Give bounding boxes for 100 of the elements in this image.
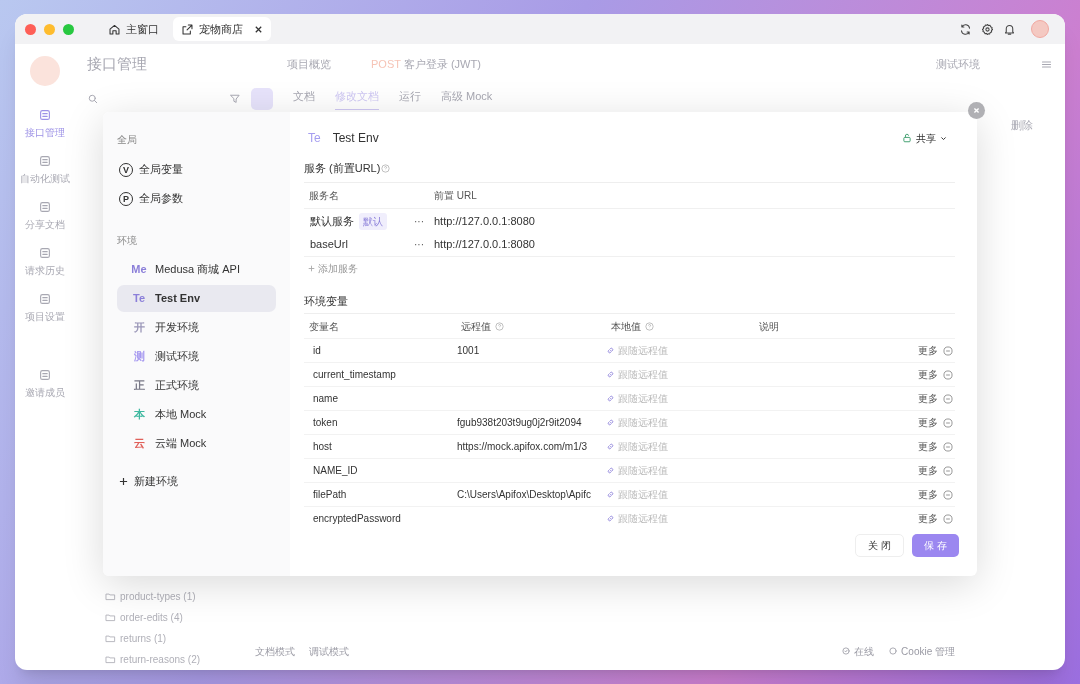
service-url: http://127.0.0.1:8080 (434, 213, 535, 229)
remote-value: 1001 (456, 345, 480, 356)
global-item[interactable]: P 全局参数 (117, 184, 276, 213)
variable-name: NAME_ID (312, 464, 359, 478)
share-dropdown[interactable]: 共享 (902, 130, 947, 146)
close-dialog-button[interactable] (968, 102, 985, 119)
link-icon (606, 514, 615, 523)
variable-name: filePath (312, 488, 348, 502)
environment-item[interactable]: 本 本地 Mock (117, 401, 276, 428)
remove-icon[interactable] (943, 441, 953, 452)
more-link[interactable]: 更多 (918, 415, 938, 430)
remove-icon[interactable] (943, 513, 953, 524)
search-icon (87, 93, 99, 105)
nav-item[interactable]: 请求历史 (25, 246, 65, 278)
remove-icon[interactable] (943, 489, 953, 500)
doc-tab[interactable]: 文档 (293, 88, 315, 110)
status-item[interactable]: Cookie 管理 (901, 643, 955, 659)
minimize-window-button[interactable] (44, 23, 55, 35)
global-item[interactable]: V 全局变量 (117, 155, 276, 184)
tree-item[interactable]: product-types (1) (120, 589, 196, 604)
nav-item[interactable]: 项目设置 (25, 292, 65, 324)
add-button[interactable] (251, 88, 273, 110)
link-icon (606, 394, 615, 403)
service-url: http://127.0.0.1:8080 (434, 237, 535, 253)
nav-label: 邀请成员 (25, 386, 65, 400)
more-link[interactable]: 更多 (918, 367, 938, 382)
remove-icon[interactable] (943, 393, 953, 404)
request-tab[interactable]: POST 客户登录 (JWT) (371, 55, 481, 73)
window-tab[interactable]: 主窗口 (100, 17, 167, 41)
nav-item[interactable]: 邀请成员 (25, 368, 65, 400)
folder-icon (105, 612, 116, 623)
more-link[interactable]: 更多 (918, 391, 938, 406)
nav-item[interactable]: 分享文档 (25, 200, 65, 232)
more-link[interactable]: 更多 (918, 463, 938, 478)
remove-icon[interactable] (943, 465, 953, 476)
status-item[interactable]: 在线 (854, 643, 875, 659)
group-heading: 环境 (117, 234, 138, 248)
tree-item[interactable]: order-edits (4) (120, 610, 183, 625)
more-options[interactable]: ··· (414, 213, 434, 229)
column-header: 说明 (759, 319, 779, 334)
remove-icon[interactable] (943, 417, 953, 428)
nav-label: 分享文档 (25, 218, 65, 232)
nav-item[interactable]: 自动化测试 (20, 154, 70, 186)
environment-item[interactable]: 开 开发环境 (117, 314, 276, 341)
folder-icon (105, 633, 116, 644)
column-header: 远程值 (461, 319, 491, 334)
doc-tab[interactable]: 高级 Mock (441, 88, 493, 110)
tree-item[interactable]: returns (1) (120, 631, 167, 646)
environment-selector[interactable]: 测试环境 (936, 55, 980, 73)
link-icon (606, 490, 615, 499)
column-header: 本地值 (611, 319, 641, 334)
variable-name: host (312, 440, 333, 454)
home-icon (108, 22, 121, 36)
environment-initials: Te (132, 291, 146, 307)
tree-item[interactable]: return-reasons (2) (120, 652, 201, 667)
item-label: 云端 Mock (155, 436, 207, 452)
more-options[interactable]: ··· (414, 237, 434, 252)
save-button[interactable]: 保 存 (912, 534, 959, 557)
link-icon (606, 418, 615, 427)
item-label: Medusa 商城 API (155, 262, 240, 278)
zoom-window-button[interactable] (63, 23, 74, 35)
avatar[interactable] (1031, 20, 1049, 38)
nav-item[interactable]: 接口管理 (25, 108, 65, 140)
doc-tab[interactable]: 运行 (399, 88, 421, 110)
close-window-button[interactable] (25, 23, 36, 35)
group-heading: 全局 (117, 133, 138, 147)
window-tab[interactable]: 宠物商店 (173, 17, 271, 41)
mode-toggle[interactable]: 文档模式 (255, 643, 295, 659)
environment-initials: Me (131, 262, 147, 278)
add-service-button[interactable]: 添加服务 (304, 257, 955, 279)
environment-item[interactable]: Me Medusa 商城 API (117, 256, 276, 283)
environment-item[interactable]: 云 云端 Mock (117, 430, 276, 457)
new-environment-button[interactable]: 新建环境 (117, 473, 276, 490)
close-icon[interactable] (254, 24, 263, 34)
remove-icon[interactable] (943, 369, 953, 380)
folder-icon (105, 654, 116, 665)
more-link[interactable]: 更多 (918, 439, 938, 454)
column-header: 变量名 (309, 319, 339, 334)
delete-text[interactable]: 删除 (1011, 116, 1033, 134)
more-link[interactable]: 更多 (918, 343, 938, 358)
nav-icon (38, 154, 52, 168)
environment-item[interactable]: 正 正式环境 (117, 372, 276, 399)
environment-item[interactable]: Te Test Env (117, 285, 276, 312)
mode-toggle[interactable]: 调试模式 (309, 643, 349, 659)
section-title: 环境变量 (304, 294, 349, 309)
overview-tab[interactable]: 项目概览 (287, 55, 331, 73)
check-circle-icon (841, 646, 852, 656)
more-link[interactable]: 更多 (918, 511, 938, 526)
item-label: 全局变量 (139, 162, 183, 178)
cookie-icon (888, 646, 899, 656)
logo-placeholder (30, 56, 60, 86)
nav-icon (38, 200, 52, 214)
remote-value: C:\Users\Apifox\Desktop\Apifc (456, 489, 591, 500)
nav-label: 自动化测试 (20, 172, 70, 186)
environment-item[interactable]: 测 测试环境 (117, 343, 276, 370)
remove-icon[interactable] (943, 345, 953, 356)
more-link[interactable]: 更多 (918, 487, 938, 502)
close-button[interactable]: 关 闭 (855, 534, 905, 557)
tab-label: 主窗口 (126, 21, 159, 37)
variable-name: id (312, 344, 322, 358)
